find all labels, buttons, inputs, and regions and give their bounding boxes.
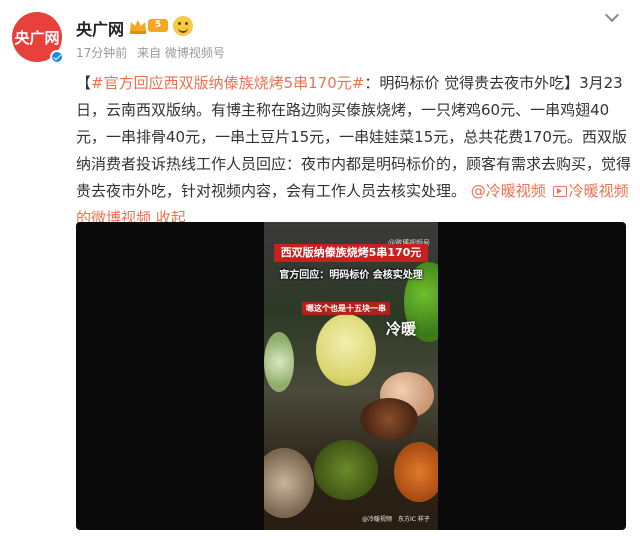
verified-icon: [50, 50, 64, 64]
hashtag-link[interactable]: #官方回应西双版纳傣族烧烤5串170元#: [91, 74, 364, 92]
bracket-open: 【: [76, 74, 92, 92]
post-meta: 17分钟前 来自 微博视频号: [76, 44, 231, 61]
bowl-image: [264, 332, 294, 392]
video-frame[interactable]: @微博视频号 西双版纳傣族烧烤5串170元 官方回应：明码标价 会核实处理 嗯这…: [264, 222, 438, 530]
skewer-bowl-image: [360, 398, 418, 440]
mention-link[interactable]: @冷暖视频: [471, 182, 546, 200]
video-caption-response: 官方回应：明码标价 会核实处理: [279, 270, 423, 281]
napa-cabbage-image: [316, 314, 376, 386]
author-name[interactable]: 央广网: [76, 16, 124, 40]
avatar-logo-text: 央广网: [14, 28, 60, 47]
video-link-icon: [552, 186, 567, 197]
video-caption-title: 西双版纳傣族烧烤5串170元: [274, 244, 428, 262]
video-watermark-bottom-right: 东方IC 样子: [398, 516, 430, 523]
chevron-down-icon[interactable]: [604, 8, 620, 24]
crown-badge-icon[interactable]: [128, 17, 148, 35]
emoji-badge-icon[interactable]: [173, 16, 193, 36]
post-body: ：明码标价 觉得贵去夜市外吃】3月23日，云南西双版纳。有博主称在路边购买傣族烧…: [76, 74, 632, 200]
beans-image: [314, 440, 378, 500]
video-subtitle: 嗯这个也是十五块一串: [302, 302, 390, 315]
post-text: 【#官方回应西双版纳傣族烧烤5串170元#：明码标价 觉得贵去夜市外吃】3月23…: [76, 70, 632, 232]
video-watermark-name: 冷暖: [386, 320, 417, 338]
level-badge[interactable]: 5: [148, 19, 168, 32]
carrot-image: [394, 442, 438, 502]
mushroom-image: [264, 448, 314, 518]
video-player[interactable]: @微博视频号 西双版纳傣族烧烤5串170元 官方回应：明码标价 会核实处理 嗯这…: [76, 222, 626, 530]
post-time[interactable]: 17分钟前: [76, 46, 127, 60]
post-source[interactable]: 来自 微博视频号: [137, 46, 225, 60]
video-watermark-bottom-left: @冷暖视频: [362, 516, 393, 523]
